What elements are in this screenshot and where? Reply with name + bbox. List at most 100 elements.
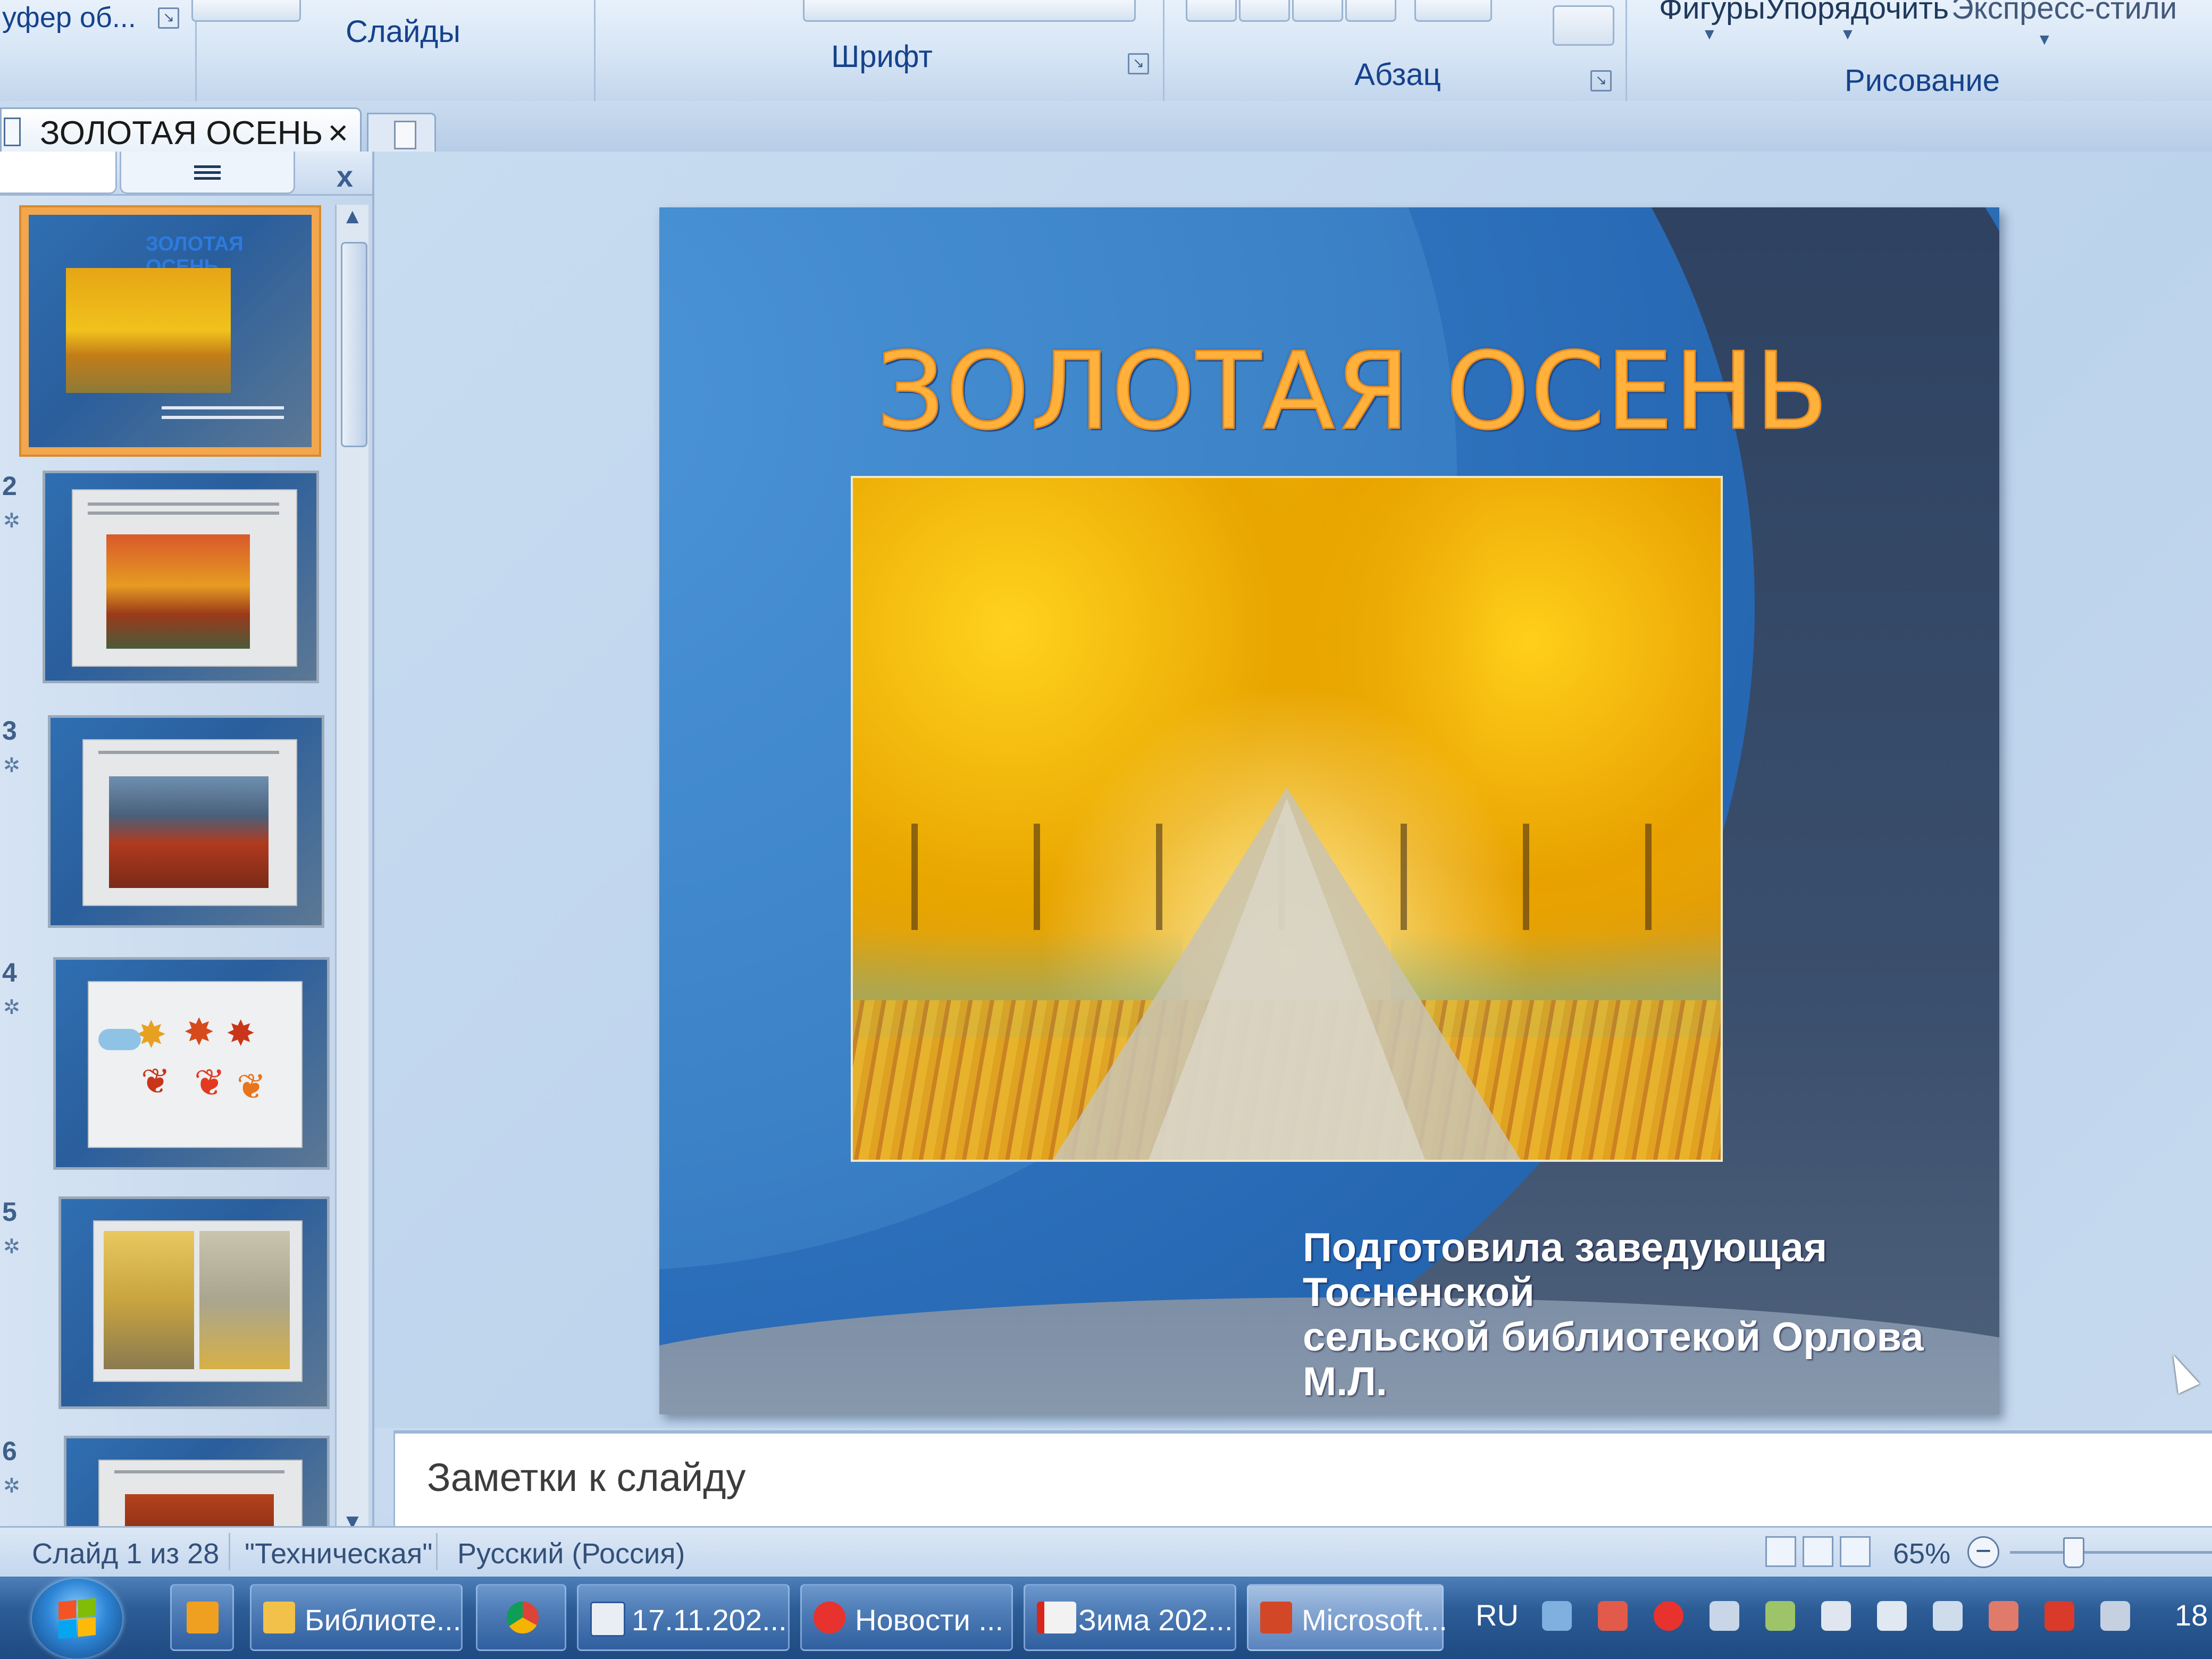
new-document-tab[interactable] xyxy=(367,113,436,152)
notes-pane[interactable]: Заметки к слайду xyxy=(393,1430,2212,1529)
tray-device-icon[interactable] xyxy=(1710,1601,1739,1631)
taskbar-item-label: Зима 202... xyxy=(1078,1603,1233,1637)
slide-photo[interactable] xyxy=(851,476,1723,1162)
tray-antivirus-icon[interactable] xyxy=(1989,1601,2018,1631)
tray-update-icon[interactable] xyxy=(1598,1601,1628,1631)
slide-thumbnail-5[interactable] xyxy=(58,1196,330,1409)
shapes-dropdown-icon[interactable]: ▼ xyxy=(1702,26,1717,44)
slide-thumbnail-3[interactable] xyxy=(48,715,324,928)
tray-flag-icon[interactable] xyxy=(2045,1601,2074,1631)
clock[interactable]: 18 xyxy=(2175,1598,2208,1632)
ribbon-group-drawing: Фигуры ▼ Упорядочить ▼ Экспресс-стили ▼ … xyxy=(1632,0,2212,101)
windows-logo-icon xyxy=(58,1598,96,1639)
ribbon: уфер об... ↘ Слайды Шрифт ↘ Абзац ↘ Фигу… xyxy=(0,0,2212,103)
shapes-button[interactable]: Фигуры xyxy=(1659,0,1765,26)
slide-thumbnail-row: ЗОЛОТАЯ ОСЕНЬ xyxy=(0,207,340,455)
align-right-button[interactable] xyxy=(1292,0,1343,22)
slide-sorter-view-icon[interactable] xyxy=(1803,1536,1833,1567)
arrange-button[interactable]: Упорядочить xyxy=(1765,0,1949,26)
scroll-up-icon[interactable]: ▲ xyxy=(342,205,363,229)
leaf-icon: ✸ xyxy=(136,1014,167,1055)
windows-taskbar: Библиоте... 17.11.202... Новости ... Зим… xyxy=(0,1577,2212,1659)
taskbar-item-powerpoint[interactable]: Microsoft... xyxy=(1247,1584,1447,1651)
taskbar-item-pdf[interactable]: Зима 202... xyxy=(1024,1584,1236,1651)
slide-title[interactable]: ЗОЛОТАЯ ОСЕНЬ xyxy=(875,329,1829,455)
leaf-icon: ✸ xyxy=(226,1013,256,1053)
tab-slides[interactable] xyxy=(0,152,117,194)
status-divider xyxy=(436,1533,438,1570)
thumbnail-photo xyxy=(106,534,250,649)
tab-outline[interactable] xyxy=(120,152,295,194)
pane-scrollbar[interactable]: ▲ ▼ xyxy=(335,205,368,1534)
slide-thumbnail-4[interactable]: ✸ ✸ ✸ ❦ ❦ ❦ xyxy=(53,957,330,1170)
start-button[interactable] xyxy=(32,1579,122,1658)
leaf-icon: ✸ xyxy=(183,1011,215,1053)
taskbar-item-library[interactable]: Библиоте... xyxy=(250,1584,463,1651)
theme-name[interactable]: "Техническая" xyxy=(245,1537,432,1570)
powerpoint-icon xyxy=(1260,1602,1292,1633)
cloud-icon xyxy=(98,1029,141,1050)
tray-network-icon[interactable] xyxy=(1542,1601,1572,1631)
tray-printer-icon[interactable] xyxy=(2100,1601,2130,1631)
slides-group-label: Слайды xyxy=(346,14,460,49)
text-direction-icon[interactable] xyxy=(1553,5,1614,46)
slide-thumbnail-row: 3 ✲ xyxy=(0,715,340,939)
scroll-thumb[interactable] xyxy=(341,242,367,447)
leaf-icon: ❦ xyxy=(237,1067,266,1106)
thumbnail-photo xyxy=(104,1231,194,1369)
slide-workspace: ЗОЛОТАЯ ОСЕНЬ Подготовила заведующая Тос… xyxy=(374,152,2212,1428)
zoom-slider-knob[interactable] xyxy=(2063,1537,2084,1568)
transition-icon: ✲ xyxy=(3,1475,20,1497)
close-pane-icon[interactable]: x xyxy=(337,159,353,194)
transition-icon: ✲ xyxy=(3,755,20,777)
slideshow-view-icon[interactable] xyxy=(1840,1536,1871,1567)
zoom-slider-track[interactable] xyxy=(2010,1551,2212,1554)
zoom-level[interactable]: 65% xyxy=(1893,1537,1950,1570)
slide-thumbnail-2[interactable] xyxy=(43,471,319,683)
arrange-dropdown-icon[interactable]: ▼ xyxy=(1840,26,1856,44)
thumbnail-number: 2 xyxy=(2,471,17,501)
quick-styles-button[interactable]: Экспресс-стили xyxy=(1951,0,2177,26)
drawing-group-label: Рисование xyxy=(1844,63,2000,98)
document-tab[interactable]: ЗОЛОТАЯ ОСЕНЬ × xyxy=(0,107,362,152)
slide-subtitle[interactable]: Подготовила заведующая Тосненской сельск… xyxy=(1303,1226,1951,1404)
chrome-icon xyxy=(507,1602,539,1633)
font-launcher-icon[interactable]: ↘ xyxy=(1128,53,1149,74)
zoom-out-icon[interactable]: − xyxy=(1967,1536,1999,1568)
close-tab-icon[interactable]: × xyxy=(328,112,348,153)
paragraph-launcher-icon[interactable]: ↘ xyxy=(1590,70,1612,91)
thumbnail-photo xyxy=(109,776,269,888)
slide-thumbnail-1[interactable]: ЗОЛОТАЯ ОСЕНЬ xyxy=(21,207,319,455)
taskbar-item-yandex[interactable]: Новости ... xyxy=(800,1584,1013,1651)
slides-button-stub[interactable] xyxy=(191,0,301,22)
subtitle-line-1: Подготовила заведующая Тосненской xyxy=(1303,1225,1828,1315)
slide-canvas[interactable]: ЗОЛОТАЯ ОСЕНЬ Подготовила заведующая Тос… xyxy=(659,207,1999,1414)
justify-button[interactable] xyxy=(1345,0,1396,22)
taskbar-item-chrome[interactable] xyxy=(476,1584,566,1651)
ribbon-group-font: Шрифт ↘ xyxy=(601,0,1164,101)
ribbon-group-slides: Слайды xyxy=(191,0,596,101)
align-left-button[interactable] xyxy=(1186,0,1237,22)
align-center-button[interactable] xyxy=(1239,0,1290,22)
tray-monitor-icon[interactable] xyxy=(1933,1601,1963,1631)
quick-styles-dropdown-icon[interactable]: ▼ xyxy=(2037,31,2052,49)
normal-view-icon[interactable] xyxy=(1765,1536,1796,1567)
thumbnail-text-line xyxy=(162,416,284,419)
language-indicator[interactable]: Русский (Россия) xyxy=(457,1537,685,1570)
columns-button[interactable] xyxy=(1414,0,1492,22)
clipboard-launcher-icon[interactable]: ↘ xyxy=(158,7,179,29)
taskbar-item-word[interactable]: 17.11.202... xyxy=(577,1584,790,1651)
clipboard-group-label[interactable]: уфер об... xyxy=(2,1,136,34)
taskbar-media-player[interactable] xyxy=(170,1584,234,1651)
document-icon xyxy=(4,118,21,146)
tray-app-icon[interactable] xyxy=(1765,1601,1795,1631)
pane-tabs: x xyxy=(0,152,372,196)
tray-volume-icon[interactable] xyxy=(1877,1601,1907,1631)
keyboard-language[interactable]: RU xyxy=(1476,1598,1519,1632)
font-size-box[interactable] xyxy=(803,0,1136,22)
tray-dropbox-icon[interactable] xyxy=(1821,1601,1851,1631)
tray-yandex-icon[interactable] xyxy=(1654,1601,1683,1631)
thumbnail-text-line xyxy=(162,406,284,409)
yandex-browser-icon xyxy=(814,1602,845,1633)
transition-icon: ✲ xyxy=(3,1236,20,1258)
